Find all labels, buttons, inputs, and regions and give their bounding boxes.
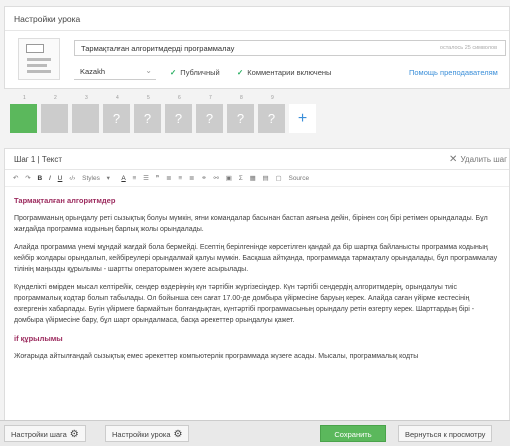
styles-dropdown[interactable]: Styles ▾ <box>82 175 115 182</box>
content-heading: if құрылымы <box>14 334 63 343</box>
step-tile-5[interactable]: ? <box>134 104 161 133</box>
lesson-settings-button[interactable]: Настройки урока ⚙ <box>105 425 190 442</box>
step-number: 8 <box>240 95 243 101</box>
step-tile-3[interactable] <box>72 104 99 133</box>
styles-label: Styles <box>82 175 100 182</box>
table-icon[interactable]: ▦ <box>250 175 256 182</box>
comments-label: Комментарии включены <box>247 68 332 77</box>
chevron-down-icon: ▾ <box>106 175 110 182</box>
checkmark-icon: ✓ <box>170 68 177 77</box>
step-number: 1 <box>23 95 26 101</box>
teacher-help-link[interactable]: Помощь преподавателям <box>409 68 498 77</box>
step-title: Шаг 1 | Текст <box>14 155 63 164</box>
lesson-settings-panel: Настройки урока Тармақталған алгоритмдер… <box>4 6 510 89</box>
unlink-icon[interactable]: ⚯ <box>214 175 219 182</box>
align-left-icon[interactable]: ≣ <box>166 175 171 182</box>
bold-button[interactable]: B <box>38 175 43 182</box>
step-tile-9[interactable]: ? <box>258 104 285 133</box>
comments-checkbox[interactable]: ✓ Комментарии включены <box>237 68 331 77</box>
lesson-title-value: Тармақталған алгоритмдерді программалау <box>81 44 235 53</box>
undo-button[interactable]: ↶ <box>13 175 18 182</box>
lesson-settings-label: Настройки урока <box>112 430 171 439</box>
step-tile-8[interactable]: ? <box>227 104 254 133</box>
public-label: Публичный <box>180 68 220 77</box>
align-center-icon[interactable]: ≡ <box>178 175 182 182</box>
align-right-icon[interactable]: ≣ <box>189 175 194 182</box>
blockquote-icon[interactable]: ❞ <box>156 175 160 182</box>
content-heading: Тармақталған алгоритмдер <box>14 196 116 205</box>
redo-button[interactable]: ↷ <box>25 175 30 182</box>
ordered-list-icon[interactable]: ≡ <box>133 175 137 182</box>
step-number: 3 <box>85 95 88 101</box>
special-char-icon[interactable]: ▤ <box>263 175 269 182</box>
delete-step-label: Удалить шаг <box>460 155 507 164</box>
content-paragraph: Алайда программа үнемі мұндай жағдай бол… <box>14 244 498 273</box>
image-icon[interactable]: ▣ <box>226 175 232 182</box>
link-icon[interactable]: ⚭ <box>201 175 206 182</box>
editor-toolbar: ↶ ↷ B I U ‹/› Styles ▾ A ≡ ☰ ❞ ≣ ≡ ≣ ⚭ ⚯… <box>5 170 509 187</box>
step-number: 4 <box>116 95 119 101</box>
close-icon: ✕ <box>449 154 458 165</box>
step-number: 7 <box>209 95 212 101</box>
lesson-cover-image[interactable] <box>18 38 60 80</box>
content-paragraph: Жоғарыда айтылғандай сызықтық емес әреке… <box>14 353 419 360</box>
source-button[interactable]: ▢ Source <box>276 175 315 182</box>
italic-button[interactable]: I <box>49 175 51 182</box>
step-header: Шаг 1 | Текст ✕ Удалить шаг <box>5 149 509 170</box>
underline-button[interactable]: U <box>58 175 63 182</box>
font-color-button[interactable]: A <box>121 175 125 182</box>
add-step-button[interactable]: + <box>289 104 316 133</box>
checkmark-icon: ✓ <box>237 68 244 77</box>
char-count: осталось 25 символов <box>439 45 497 51</box>
formula-icon[interactable]: Σ <box>239 175 243 182</box>
back-to-view-button[interactable]: Вернуться к просмотру <box>398 425 493 442</box>
code-button[interactable]: ‹/› <box>69 175 75 182</box>
source-icon: ▢ <box>275 175 282 182</box>
step-number: 9 <box>271 95 274 101</box>
step-number: 5 <box>147 95 150 101</box>
public-checkbox[interactable]: ✓ Публичный <box>170 68 220 77</box>
language-value: Kazakh <box>80 67 106 76</box>
source-label: Source <box>288 175 310 182</box>
step-number: 2 <box>54 95 57 101</box>
step-settings-button[interactable]: Настройки шага ⚙ <box>4 425 86 442</box>
content-paragraph: Күнделікті өмірден мысал келтірейік, сен… <box>14 284 475 324</box>
bottom-action-bar: Настройки шага ⚙ Настройки урока ⚙ Сохрани… <box>0 420 510 446</box>
lesson-title-input[interactable]: Тармақталған алгоритмдерді программалау … <box>74 40 506 56</box>
chevron-down-icon: ⌄ <box>145 66 152 75</box>
step-tile-7[interactable]: ? <box>196 104 223 133</box>
step-tile-1[interactable] <box>10 104 37 133</box>
content-paragraph: Программаның орындалу реті сызықтық болу… <box>14 215 488 233</box>
step-editor: Шаг 1 | Текст ✕ Удалить шаг ↶ ↷ B I U ‹/›… <box>4 148 510 446</box>
step-tile-6[interactable]: ? <box>165 104 192 133</box>
editor-content[interactable]: Тармақталған алгоритмдер Программаның ор… <box>5 187 509 373</box>
step-tile-4[interactable]: ? <box>103 104 130 133</box>
delete-step-button[interactable]: ✕ Удалить шаг <box>449 154 507 165</box>
bulleted-list-icon[interactable]: ☰ <box>143 175 149 182</box>
step-number: 6 <box>178 95 181 101</box>
gear-icon: ⚙ <box>69 429 79 440</box>
language-select[interactable]: Kazakh ⌄ <box>74 64 156 80</box>
lesson-settings-header: Настройки урока <box>5 7 509 31</box>
gear-icon: ⚙ <box>173 429 183 440</box>
save-button[interactable]: Сохранить <box>320 425 386 442</box>
step-settings-label: Настройки шага <box>11 430 67 439</box>
step-tile-2[interactable] <box>41 104 68 133</box>
